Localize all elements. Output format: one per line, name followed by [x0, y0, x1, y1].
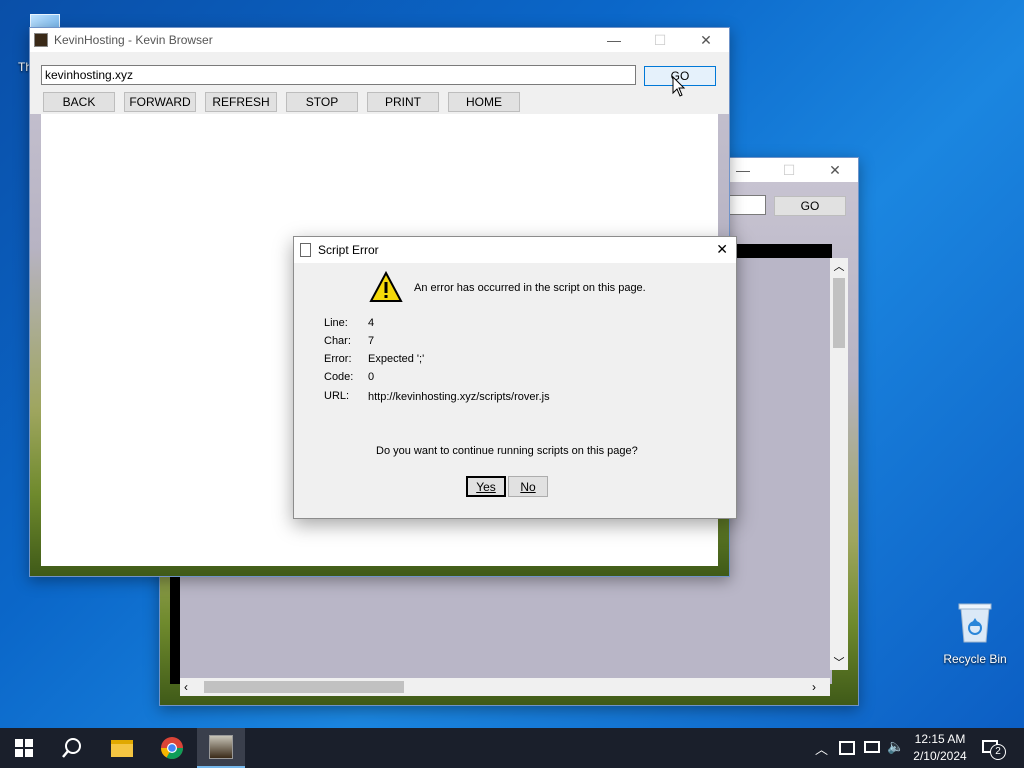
back-button[interactable]: BACK [43, 92, 115, 112]
line-label: Line: [324, 317, 348, 329]
close-button[interactable]: ✕ [812, 158, 858, 182]
refresh-button[interactable]: REFRESH [205, 92, 277, 112]
url-label: URL: [324, 390, 350, 402]
warning-icon [369, 271, 403, 302]
error-value: Expected ';' [368, 353, 425, 365]
security-icon[interactable] [839, 741, 855, 755]
scroll-thumb[interactable] [833, 278, 845, 348]
document-icon [300, 243, 311, 257]
folder-icon [111, 739, 133, 757]
kevin-browser-icon [209, 735, 233, 759]
close-button[interactable]: ✕ [683, 28, 729, 52]
mouse-cursor-icon [672, 76, 686, 97]
recycle-bin-label: Recycle Bin [943, 652, 1007, 666]
chrome-button[interactable] [148, 728, 196, 768]
scroll-down-icon[interactable]: ﹀ [830, 654, 848, 670]
tray-chevron-icon[interactable]: ︿ [815, 739, 828, 758]
scroll-up-icon[interactable]: ︿ [830, 258, 848, 274]
clock-time[interactable]: 12:15 AM [912, 732, 968, 746]
url-value: http://kevinhosting.xyz/scripts/rover.js [368, 391, 550, 403]
file-explorer-button[interactable] [98, 728, 146, 768]
forward-button[interactable]: FORWARD [124, 92, 196, 112]
dialog-titlebar[interactable]: Script Error ✕ [294, 237, 736, 263]
clock-date[interactable]: 2/10/2024 [910, 749, 970, 763]
kevin-browser-taskbar-button[interactable] [197, 728, 245, 768]
code-label: Code: [324, 371, 354, 383]
background-go-button[interactable]: GO [774, 196, 846, 216]
notification-count: 2 [990, 744, 1006, 760]
recycle-bin[interactable]: Recycle Bin [940, 600, 1010, 670]
window-title: KevinHosting - Kevin Browser [54, 33, 213, 47]
recycle-bin-icon [958, 603, 992, 643]
error-message: An error has occurred in the script on t… [414, 282, 646, 294]
h-scroll-thumb[interactable] [204, 681, 404, 693]
error-label: Error: [324, 353, 352, 365]
dialog-title: Script Error [318, 243, 379, 257]
code-value: 0 [368, 371, 375, 383]
scroll-left-icon[interactable]: ‹ [184, 680, 188, 694]
line-value: 4 [368, 317, 375, 329]
horizontal-scrollbar[interactable]: ‹ › [180, 678, 830, 696]
notifications-button[interactable]: 2 [982, 738, 1010, 760]
char-label: Char: [324, 335, 351, 347]
volume-icon[interactable]: 🔈 [887, 738, 904, 755]
minimize-button[interactable]: — [591, 28, 637, 52]
taskbar: ︿ 🔈 12:15 AM 2/10/2024 2 [0, 728, 1024, 768]
windows-icon [15, 739, 33, 757]
start-button[interactable] [0, 728, 48, 768]
dialog-close-button[interactable]: ✕ [716, 241, 728, 258]
script-error-dialog[interactable]: Script Error ✕ An error has occurred in … [293, 236, 737, 519]
stop-button[interactable]: STOP [286, 92, 358, 112]
vertical-scrollbar[interactable]: ︿ ﹀ [830, 258, 848, 670]
no-button[interactable]: No [508, 476, 548, 497]
maximize-button[interactable]: ☐ [766, 158, 812, 182]
search-button[interactable] [48, 728, 96, 768]
yes-button[interactable]: Yes [466, 476, 506, 497]
char-value: 7 [368, 335, 375, 347]
scroll-right-icon[interactable]: › [812, 680, 816, 694]
search-icon [62, 738, 81, 758]
network-icon[interactable] [864, 741, 880, 753]
continue-question: Do you want to continue running scripts … [376, 445, 638, 457]
home-button[interactable]: HOME [448, 92, 520, 112]
main-titlebar[interactable]: KevinHosting - Kevin Browser — ☐ ✕ [30, 28, 729, 52]
address-input[interactable]: kevinhosting.xyz [41, 65, 636, 85]
maximize-button[interactable]: ☐ [637, 28, 683, 52]
browser-logo-icon [34, 33, 48, 47]
chrome-icon [161, 737, 183, 759]
print-button[interactable]: PRINT [367, 92, 439, 112]
